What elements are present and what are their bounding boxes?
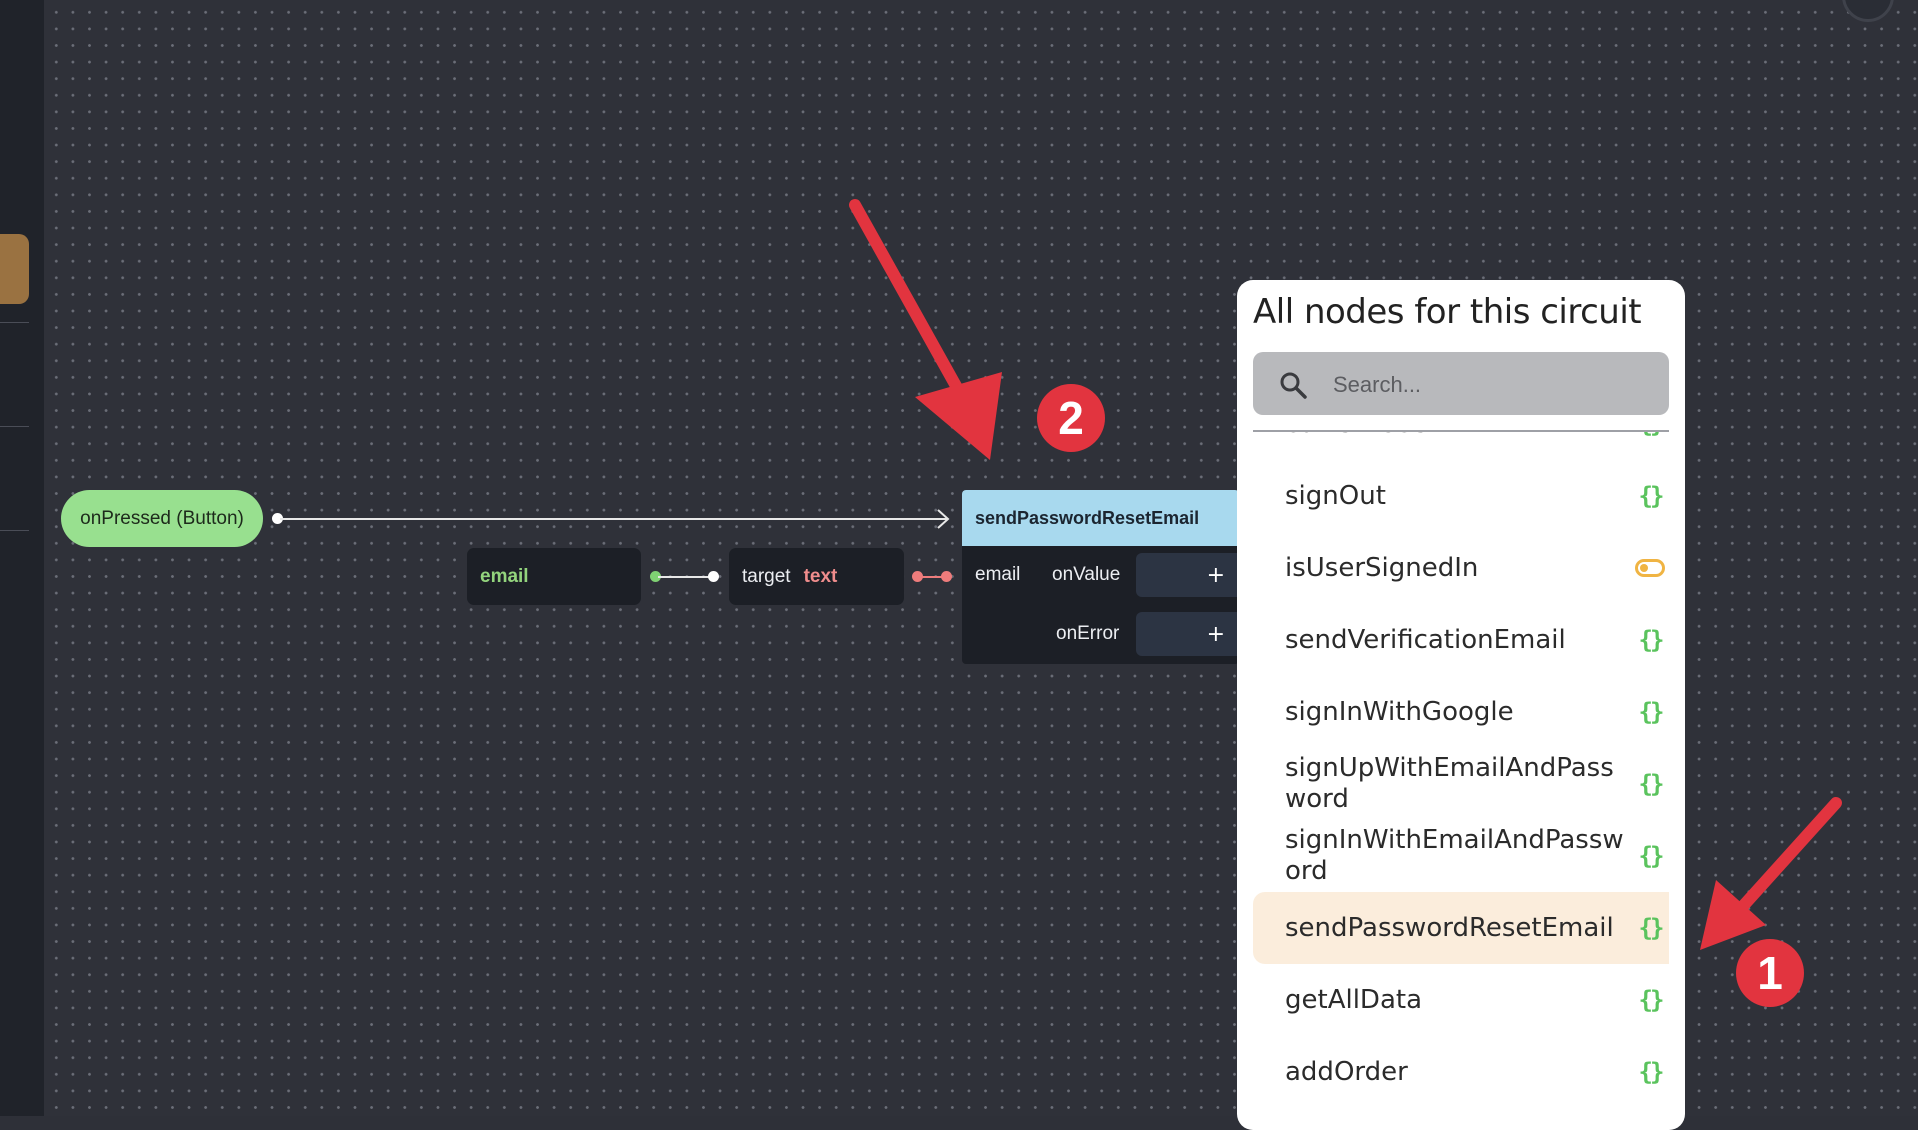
target-text-node[interactable]: target text: [729, 548, 904, 605]
list-item-sign-in-with-google[interactable]: signInWithGoogle {}: [1253, 676, 1669, 748]
execution-wire: [280, 518, 948, 520]
list-item-sign-out[interactable]: signOut {}: [1253, 460, 1669, 532]
list-item-label: signInWithEmailAndPassword: [1285, 825, 1624, 886]
curly-braces-icon: {}: [1638, 770, 1665, 798]
list-item-add-order[interactable]: addOrder {}: [1253, 1036, 1669, 1108]
list-item-label: sendVerificationEmail: [1285, 624, 1566, 655]
curly-braces-icon: {}: [1638, 698, 1665, 726]
toggle-icon: [1635, 554, 1665, 582]
list-item-label: currentUser: [1285, 432, 1625, 440]
target-node-value: text: [803, 565, 838, 587]
curly-braces-icon: {}: [1638, 482, 1665, 510]
send-password-reset-node[interactable]: sendPasswordResetEmail email onValue + o…: [962, 490, 1239, 664]
list-item-label: signOut: [1285, 480, 1386, 511]
search-icon: [1280, 372, 1307, 399]
search-box: [1253, 352, 1669, 417]
curly-braces-icon: {}: [1638, 986, 1665, 1014]
list-item-get-all-data[interactable]: getAllData {}: [1253, 964, 1669, 1036]
nodes-panel: All nodes for this circuit currentUser {…: [1237, 280, 1685, 1130]
list-item-label: signUpWithEmailAndPassword: [1285, 753, 1614, 814]
sidebar-divider: [0, 322, 29, 323]
add-onvalue-button[interactable]: +: [1136, 553, 1239, 597]
curly-braces-icon: {}: [1638, 914, 1665, 942]
list-item-send-verification-email[interactable]: sendVerificationEmail {}: [1253, 604, 1669, 676]
sidebar-divider: [0, 426, 29, 427]
node-list[interactable]: currentUser {} signOut {} isUserSignedIn…: [1253, 432, 1669, 1130]
curly-braces-icon: {}: [1635, 432, 1665, 438]
sidebar-active-tab[interactable]: [0, 234, 29, 304]
trigger-node-label: onPressed (Button): [80, 507, 244, 529]
curly-braces-icon: {}: [1638, 842, 1665, 870]
search-input[interactable]: [1331, 352, 1655, 417]
add-onerror-button[interactable]: +: [1136, 612, 1239, 656]
list-item-sign-in-with-email[interactable]: signInWithEmailAndPassword {}: [1253, 820, 1669, 892]
list-item-label: sendPasswordResetEmail: [1285, 912, 1614, 943]
list-item-label: signInWithGoogle: [1285, 696, 1514, 727]
data-wire: [658, 576, 713, 578]
curly-braces-icon: {}: [1638, 1058, 1665, 1086]
annotation-badge-2: 2: [1037, 384, 1105, 452]
main-node-input-port[interactable]: [941, 571, 952, 582]
list-item-label: addOrder: [1285, 1056, 1408, 1087]
list-item-label: isUserSignedIn: [1285, 552, 1479, 583]
node-title: sendPasswordResetEmail: [975, 507, 1200, 528]
trigger-node[interactable]: onPressed (Button): [61, 490, 263, 547]
target-input-port[interactable]: [708, 571, 719, 582]
node-input-email-label: email: [975, 564, 1021, 585]
node-output-onvalue-label: onValue: [1052, 564, 1121, 585]
list-item-send-password-reset-email[interactable]: sendPasswordResetEmail {}: [1253, 892, 1669, 964]
email-node-label: email: [480, 565, 529, 587]
list-item-current-user[interactable]: currentUser {}: [1253, 432, 1669, 460]
node-output-onerror-label: onError: [1056, 623, 1120, 644]
annotation-badge-1: 1: [1736, 939, 1804, 1007]
email-variable-node[interactable]: email: [467, 548, 641, 605]
left-sidebar: [0, 0, 44, 1116]
list-item-sign-up-with-email[interactable]: signUpWithEmailAndPassword {}: [1253, 748, 1669, 820]
list-item-is-user-signed-in[interactable]: isUserSignedIn: [1253, 532, 1669, 604]
sidebar-divider: [0, 530, 29, 531]
list-item-label: getAllData: [1285, 984, 1423, 1015]
panel-title: All nodes for this circuit: [1253, 292, 1642, 332]
target-node-label: target: [742, 565, 791, 587]
node-header: sendPasswordResetEmail: [962, 490, 1239, 546]
curly-braces-icon: {}: [1638, 626, 1665, 654]
